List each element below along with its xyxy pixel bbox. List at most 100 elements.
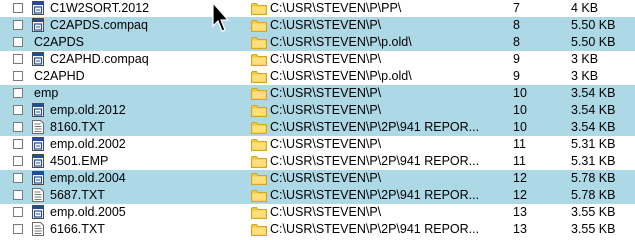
- row-checkbox[interactable]: [13, 156, 23, 166]
- app-window-icon: [32, 205, 44, 219]
- group-number: 7: [513, 1, 520, 15]
- file-size: 5.50 KB: [571, 18, 616, 32]
- duplicate-files-list: C1W2SORT.2012 C:\USR\STEVEN\P\PP\ 7 4 KB C2A…: [0, 0, 635, 240]
- app-window-icon: [32, 171, 44, 185]
- file-size: 3.54 KB: [571, 86, 616, 100]
- file-path: C:\USR\STEVEN\P\: [270, 86, 382, 100]
- file-path: C:\USR\STEVEN\P\: [270, 205, 382, 219]
- folder-icon: [251, 104, 267, 117]
- file-name: emp.old.2002: [50, 137, 126, 151]
- row-checkbox[interactable]: [13, 20, 23, 30]
- folder-icon: [251, 19, 267, 32]
- row-checkbox[interactable]: [13, 37, 23, 47]
- group-number: 13: [513, 222, 527, 236]
- file-size: 3.55 KB: [571, 205, 616, 219]
- group-number: 10: [513, 86, 527, 100]
- file-path: C:\USR\STEVEN\P\: [270, 52, 382, 66]
- list-item[interactable]: emp.old.2012 C:\USR\STEVEN\P\ 10 3.54 KB: [0, 102, 635, 119]
- row-checkbox[interactable]: [13, 122, 23, 132]
- row-checkbox[interactable]: [13, 54, 23, 64]
- list-item[interactable]: C2APHD C:\USR\STEVEN\P\p.old\ 9 3 KB: [0, 68, 635, 85]
- group-number: 9: [513, 69, 520, 83]
- file-path: C:\USR\STEVEN\P\2P\941 REPOR...: [270, 222, 480, 236]
- row-checkbox[interactable]: [13, 3, 23, 13]
- file-path: C:\USR\STEVEN\P\2P\941 REPOR...: [270, 154, 480, 168]
- group-number: 12: [513, 171, 527, 185]
- file-size: 3.54 KB: [571, 120, 616, 134]
- file-size: 5.50 KB: [571, 35, 616, 49]
- file-size: 3.54 KB: [571, 103, 616, 117]
- group-number: 11: [513, 154, 526, 168]
- list-item[interactable]: 6166.TXT C:\USR\STEVEN\P\2P\941 REPOR... 1…: [0, 221, 635, 238]
- folder-icon: [251, 189, 267, 202]
- row-checkbox[interactable]: [13, 71, 23, 81]
- group-number: 10: [513, 120, 527, 134]
- row-checkbox[interactable]: [13, 207, 23, 217]
- file-path: C:\USR\STEVEN\P\: [270, 137, 382, 151]
- file-path: C:\USR\STEVEN\P\: [270, 171, 382, 185]
- file-path: C:\USR\STEVEN\P\2P\941 REPOR...: [270, 120, 480, 134]
- file-name: 5687.TXT: [50, 188, 105, 202]
- group-number: 9: [513, 52, 520, 66]
- list-item[interactable]: emp.old.2005 C:\USR\STEVEN\P\ 13 3.55 KB: [0, 204, 635, 221]
- folder-icon: [251, 172, 267, 185]
- text-file-icon: [32, 120, 44, 134]
- list-item[interactable]: emp.old.2004 C:\USR\STEVEN\P\ 12 5.78 KB: [0, 170, 635, 187]
- file-size: 3.55 KB: [571, 222, 616, 236]
- group-number: 8: [513, 18, 520, 32]
- folder-icon: [251, 138, 267, 151]
- row-checkbox[interactable]: [13, 88, 23, 98]
- folder-icon: [251, 155, 267, 168]
- file-path: C:\USR\STEVEN\P\p.old\: [270, 69, 412, 83]
- file-name: C2APHD: [34, 69, 85, 83]
- app-window-icon: [32, 137, 44, 151]
- list-item[interactable]: C2APDS C:\USR\STEVEN\P\p.old\ 8 5.50 KB: [0, 34, 635, 51]
- list-item[interactable]: C2APHD.compaq C:\USR\STEVEN\P\ 9 3 KB: [0, 51, 635, 68]
- file-size: 4 KB: [571, 1, 599, 15]
- folder-icon: [251, 206, 267, 219]
- group-number: 10: [513, 103, 527, 117]
- list-item[interactable]: emp C:\USR\STEVEN\P\ 10 3.54 KB: [0, 85, 635, 102]
- file-name: C2APDS: [34, 35, 85, 49]
- list-item[interactable]: 4501.EMP C:\USR\STEVEN\P\2P\941 REPOR... 1…: [0, 153, 635, 170]
- row-checkbox[interactable]: [13, 224, 23, 234]
- app-window-icon: [32, 154, 44, 168]
- file-name: 6166.TXT: [50, 222, 105, 236]
- folder-icon: [251, 121, 267, 134]
- list-item[interactable]: emp.old.2002 C:\USR\STEVEN\P\ 11 5.31 KB: [0, 136, 635, 153]
- file-name: 8160.TXT: [50, 120, 105, 134]
- group-number: 12: [513, 188, 527, 202]
- group-number: 8: [513, 35, 520, 49]
- file-size: 5.31 KB: [571, 154, 616, 168]
- list-item[interactable]: 8160.TXT C:\USR\STEVEN\P\2P\941 REPOR... 1…: [0, 119, 635, 136]
- group-number: 13: [513, 205, 527, 219]
- file-name: C2APHD.compaq: [50, 52, 149, 66]
- row-checkbox[interactable]: [13, 139, 23, 149]
- list-item[interactable]: C2APDS.compaq C:\USR\STEVEN\P\ 8 5.50 KB: [0, 17, 635, 34]
- app-window-icon: [32, 103, 44, 117]
- file-name: 4501.EMP: [50, 154, 109, 168]
- row-checkbox[interactable]: [13, 190, 23, 200]
- file-path: C:\USR\STEVEN\P\: [270, 103, 382, 117]
- folder-icon: [251, 36, 267, 49]
- file-size: 5.31 KB: [571, 137, 616, 151]
- file-path: C:\USR\STEVEN\P\p.old\: [270, 35, 412, 49]
- list-item[interactable]: C1W2SORT.2012 C:\USR\STEVEN\P\PP\ 7 4 KB: [0, 0, 635, 17]
- row-checkbox[interactable]: [13, 173, 23, 183]
- folder-icon: [251, 87, 267, 100]
- folder-icon: [251, 223, 267, 236]
- file-name: C2APDS.compaq: [50, 18, 148, 32]
- app-window-icon: [32, 18, 44, 32]
- file-name: emp.old.2004: [50, 171, 126, 185]
- file-name: emp.old.2012: [50, 103, 126, 117]
- file-path: C:\USR\STEVEN\P\: [270, 18, 382, 32]
- folder-icon: [251, 53, 267, 66]
- file-name: emp.old.2005: [50, 205, 126, 219]
- group-number: 11: [513, 137, 526, 151]
- row-checkbox[interactable]: [13, 105, 23, 115]
- app-window-icon: [32, 52, 44, 66]
- folder-icon: [251, 70, 267, 83]
- file-path: C:\USR\STEVEN\P\PP\: [270, 1, 402, 15]
- app-window-icon: [32, 1, 44, 15]
- list-item[interactable]: 5687.TXT C:\USR\STEVEN\P\2P\941 REPOR... 1…: [0, 187, 635, 204]
